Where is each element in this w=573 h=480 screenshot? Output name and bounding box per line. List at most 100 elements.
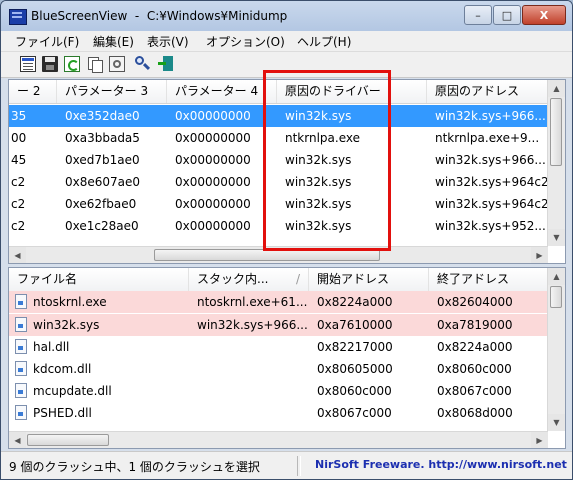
cell-param4: 0x00000000 xyxy=(175,219,251,233)
cell-param2: c2 xyxy=(11,197,26,211)
annotation-highlight-box xyxy=(263,70,391,251)
column-param3[interactable]: パラメーター 3 xyxy=(57,80,167,103)
menu-options[interactable]: オプション(O) xyxy=(206,33,285,50)
cell-filename: win32k.sys xyxy=(33,318,100,332)
cell-param3: 0xe62fbae0 xyxy=(65,197,137,211)
cell-start-address: 0x8224a000 xyxy=(317,295,393,309)
window-title: BlueScreenView - C:¥Windows¥Minidump xyxy=(31,9,288,23)
scroll-thumb[interactable] xyxy=(550,286,562,308)
scroll-right-arrow-icon[interactable]: ▶ xyxy=(531,247,548,263)
cell-filename: ntoskrnl.exe xyxy=(33,295,107,309)
cell-param4: 0x00000000 xyxy=(175,131,251,145)
close-button[interactable]: X xyxy=(522,5,566,25)
cell-filename: kdcom.dll xyxy=(33,362,92,376)
menu-bar: ファイル(F) 編集(E) 表示(V) オプション(O) ヘルプ(H) xyxy=(1,31,572,52)
cell-param3: 0xe1c28ae0 xyxy=(65,219,139,233)
cell-param2: 45 xyxy=(11,153,27,167)
scroll-thumb[interactable] xyxy=(550,98,562,166)
driver-list-hscrollbar[interactable]: ◀ ▶ xyxy=(9,431,548,448)
cell-in-stack: win32k.sys+966... xyxy=(197,318,308,332)
cell-param3: 0xe352dae0 xyxy=(65,109,140,123)
cell-end-address: 0x8224a000 xyxy=(437,340,513,354)
exit-icon[interactable] xyxy=(158,56,174,72)
app-icon xyxy=(9,9,27,25)
properties-icon[interactable] xyxy=(109,56,125,72)
title-bar[interactable]: BlueScreenView - C:¥Windows¥Minidump – □… xyxy=(1,1,572,32)
cell-in-stack xyxy=(189,358,309,380)
driver-row-highlighted[interactable]: ntoskrnl.exe ntoskrnl.exe+61... 0x8224a0… xyxy=(9,291,548,313)
cell-in-stack xyxy=(189,380,309,402)
refresh-icon[interactable] xyxy=(64,56,80,72)
cell-param2: c2 xyxy=(11,219,26,233)
cell-address: win32k.sys+964c2 xyxy=(435,175,548,189)
cell-start-address: 0x8060c000 xyxy=(317,384,392,398)
cell-start-address: 0xa7610000 xyxy=(317,318,393,332)
cell-in-stack xyxy=(189,336,309,358)
crash-list-vscrollbar[interactable]: ▲ ▼ xyxy=(547,80,565,246)
column-end-address[interactable]: 終了アドレス xyxy=(429,268,548,291)
scroll-down-arrow-icon[interactable]: ▼ xyxy=(548,414,565,431)
maximize-button[interactable]: □ xyxy=(493,5,521,25)
minimize-button[interactable]: – xyxy=(464,5,492,25)
status-crash-count: 9 個のクラッシュ中、1 個のクラッシュを選択 xyxy=(9,460,260,474)
cell-address: win32k.sys+966... xyxy=(435,109,546,123)
cell-param3: 0xa3bbada5 xyxy=(65,131,140,145)
cell-param2: 35 xyxy=(11,109,27,123)
cell-param4: 0x00000000 xyxy=(175,197,251,211)
column-in-stack-label: スタック内... xyxy=(197,272,269,286)
scroll-down-arrow-icon[interactable]: ▼ xyxy=(548,229,565,246)
status-divider xyxy=(297,456,301,476)
scroll-right-arrow-icon[interactable]: ▶ xyxy=(531,432,548,448)
scroll-left-arrow-icon[interactable]: ◀ xyxy=(9,247,26,263)
cell-in-stack xyxy=(189,402,309,424)
column-param2[interactable]: ー 2 xyxy=(9,80,57,103)
driver-list-header: ファイル名 スタック内... / 開始アドレス 終了アドレス xyxy=(9,268,548,292)
driver-list-vscrollbar[interactable]: ▲ ▼ xyxy=(547,268,565,431)
cell-param2: 00 xyxy=(11,131,27,145)
driver-row[interactable]: hal.dll 0x82217000 0x8224a000 xyxy=(9,336,548,358)
find-icon[interactable] xyxy=(135,56,151,72)
driver-row[interactable]: mcupdate.dll 0x8060c000 0x8067c000 xyxy=(9,380,548,402)
column-in-stack[interactable]: スタック内... / xyxy=(189,268,309,291)
cell-param4: 0x00000000 xyxy=(175,153,251,167)
sort-indicator: / xyxy=(295,272,300,286)
column-param4[interactable]: パラメーター 4 xyxy=(167,80,277,103)
menu-view[interactable]: 表示(V) xyxy=(147,33,189,50)
column-caused-by-address[interactable]: 原因のアドレス xyxy=(427,80,548,103)
driver-list[interactable]: ファイル名 スタック内... / 開始アドレス 終了アドレス ntoskrnl.… xyxy=(8,267,566,449)
cell-in-stack: ntoskrnl.exe+61... xyxy=(197,295,308,309)
column-start-address[interactable]: 開始アドレス xyxy=(309,268,429,291)
driver-row-highlighted[interactable]: win32k.sys win32k.sys+966... 0xa7610000 … xyxy=(9,314,548,336)
driver-row[interactable]: PSHED.dll 0x8067c000 0x8068d000 xyxy=(9,402,548,424)
cell-address: win32k.sys+964c2 xyxy=(435,197,548,211)
nirsoft-link[interactable]: NirSoft Freeware. http://www.nirsoft.net xyxy=(315,458,567,471)
cell-param3: 0x8e607ae0 xyxy=(65,175,141,189)
menu-help[interactable]: ヘルプ(H) xyxy=(297,33,351,50)
save-icon[interactable] xyxy=(42,56,58,72)
cell-address: win32k.sys+966... xyxy=(435,153,546,167)
cell-start-address: 0x8067c000 xyxy=(317,406,392,420)
cell-end-address: 0x82604000 xyxy=(437,295,513,309)
cell-filename: hal.dll xyxy=(33,340,70,354)
cell-start-address: 0x82217000 xyxy=(317,340,393,354)
cell-start-address: 0x80605000 xyxy=(317,362,393,376)
cell-end-address: 0x8060c000 xyxy=(437,362,512,376)
copy-icon[interactable] xyxy=(87,56,103,73)
column-filename[interactable]: ファイル名 xyxy=(9,268,189,291)
cell-param3: 0xed7b1ae0 xyxy=(65,153,140,167)
menu-file[interactable]: ファイル(F) xyxy=(15,33,79,50)
cell-param2: c2 xyxy=(11,175,26,189)
main-window: BlueScreenView - C:¥Windows¥Minidump – □… xyxy=(0,0,573,480)
cell-filename: mcupdate.dll xyxy=(33,384,112,398)
status-bar: 9 個のクラッシュ中、1 個のクラッシュを選択 NirSoft Freeware… xyxy=(1,451,572,479)
save-html-report-icon[interactable] xyxy=(20,56,36,72)
cell-end-address: 0xa7819000 xyxy=(437,318,513,332)
menu-edit[interactable]: 編集(E) xyxy=(93,33,134,50)
scroll-up-arrow-icon[interactable]: ▲ xyxy=(548,80,565,97)
cell-param4: 0x00000000 xyxy=(175,175,251,189)
cell-param4: 0x00000000 xyxy=(175,109,251,123)
scroll-up-arrow-icon[interactable]: ▲ xyxy=(548,268,565,285)
scroll-left-arrow-icon[interactable]: ◀ xyxy=(9,432,26,448)
hscroll-thumb[interactable] xyxy=(27,434,109,446)
driver-row[interactable]: kdcom.dll 0x80605000 0x8060c000 xyxy=(9,358,548,380)
